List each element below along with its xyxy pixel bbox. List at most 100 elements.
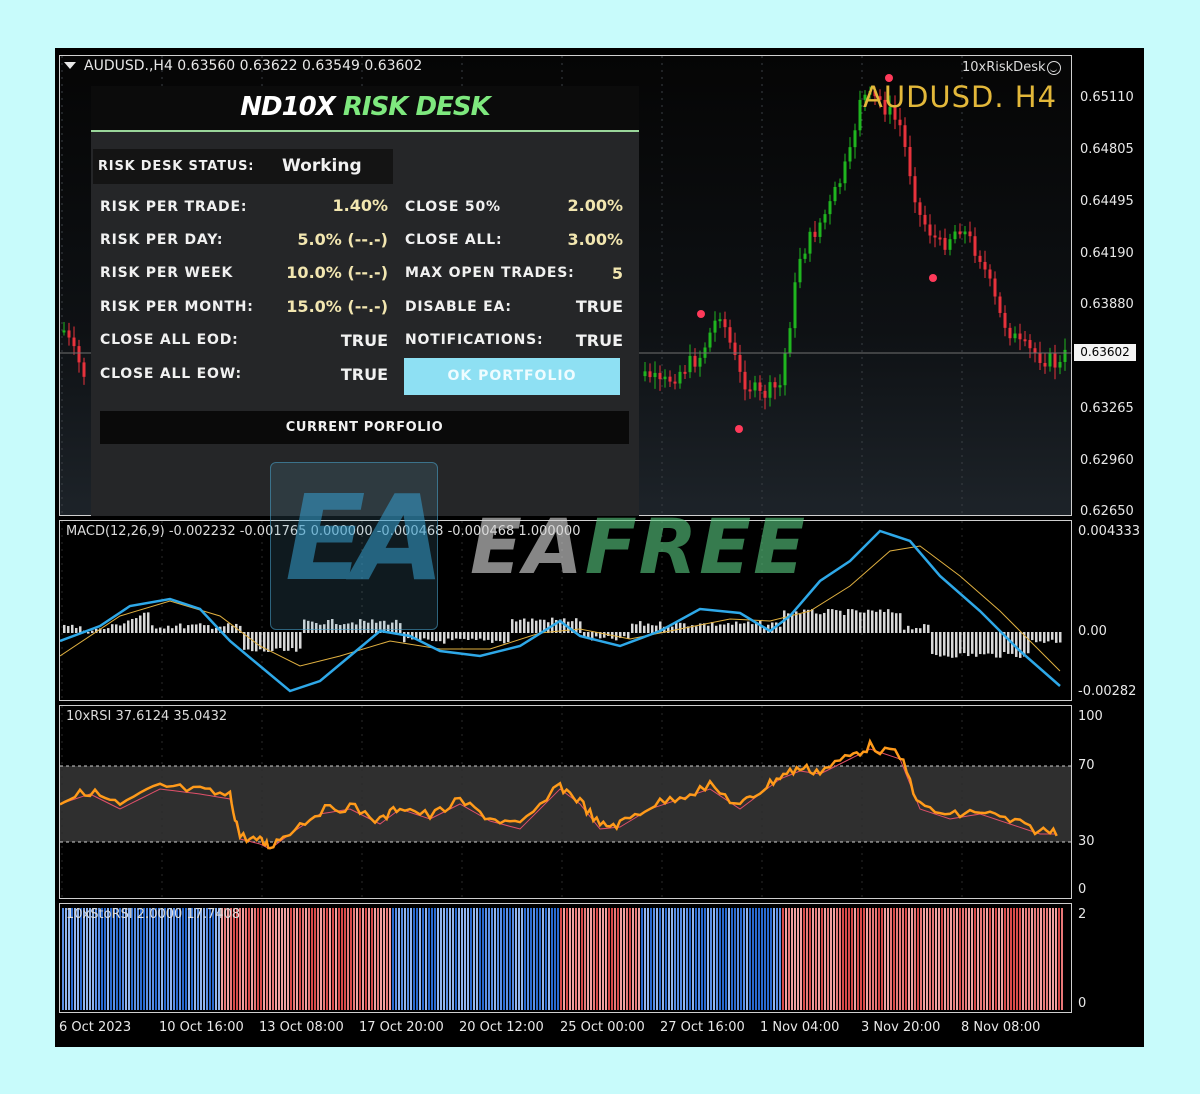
storsi-bar [683,908,685,1010]
storsi-bar [806,908,808,1010]
candle-body [833,186,837,202]
macd-histogram-bar [1007,632,1010,654]
candle-body [938,237,942,240]
candle-body [718,319,722,322]
storsi-bar [587,908,589,1010]
candle-body [663,376,667,380]
storsi-bar [848,908,850,1010]
risk-per-week-value[interactable]: 10.0% (--.-) [286,263,388,282]
storsi-bar [422,908,424,1010]
storsi-bar [167,908,169,1010]
current-portfolio-bar[interactable]: CURRENT PORFOLIO [100,411,629,444]
storsi-bar [959,908,961,1010]
macd-histogram-bar [819,614,822,633]
disable-ea-value[interactable]: TRUE [576,297,623,316]
storsi-bar [194,908,196,1010]
candle-body [72,337,76,347]
close-all-eow-value[interactable]: TRUE [341,365,388,384]
storsi-bar [728,908,730,1010]
macd-histogram-bar [123,623,126,633]
candle-body [758,382,762,391]
macd-histogram-bar [395,619,398,633]
storsi-bar [707,908,709,1010]
macd-histogram-bar [299,632,302,649]
time-axis-label: 13 Oct 08:00 [259,1020,344,1035]
macd-histogram-bar [959,632,962,654]
risk-per-trade-value[interactable]: 1.40% [332,196,388,215]
storsi-bar [392,908,394,1010]
storsi-bar [209,908,211,1010]
macd-histogram-bar [967,632,970,657]
macd-histogram-bar [427,632,430,640]
risk-per-day-value[interactable]: 5.0% (--.-) [297,230,388,249]
storsi-bar [248,908,250,1010]
storsi-bar [794,908,796,1010]
storsi-bar [914,908,916,1010]
macd-histogram-bar [283,632,286,651]
storsi-bar [488,908,490,1010]
candle-body [1058,361,1062,368]
storsi-bar [263,908,265,1010]
storsi-bar [1052,908,1054,1010]
macd-axis-label: -0.00282 [1078,684,1137,699]
candle-body [843,161,847,184]
candle-body [748,389,752,392]
macd-histogram-bar [227,623,230,633]
storsi-bar [842,908,844,1010]
storsi-bar [809,908,811,1010]
storsi-bar [650,908,652,1010]
macd-histogram-bar [511,619,514,633]
rsi-pane[interactable]: 10xRSI 37.6124 35.0432 [59,705,1072,899]
candle-body [848,147,852,162]
macd-histogram-bar [527,621,530,633]
macd-pane[interactable]: MACD(12,26,9) -0.002232 -0.001765 0.0000… [59,520,1072,701]
storsi-pane[interactable]: 10xStoRSI 2.0000 17.7408 [59,903,1072,1013]
close-all-eod-label: CLOSE ALL EOD: [100,332,239,348]
candle-body [67,330,71,338]
candle-body [963,231,967,235]
macd-histogram-bar [287,632,290,651]
storsi-bar [317,908,319,1010]
close-all-value[interactable]: 3.00% [567,230,623,249]
storsi-bar [674,908,676,1010]
storsi-bar [308,908,310,1010]
macd-histogram-bar [943,632,946,656]
chevron-down-icon[interactable] [64,62,76,69]
storsi-bar [839,908,841,1010]
storsi-bar [113,908,115,1010]
macd-histogram-bar [871,610,874,633]
storsi-bar [773,908,775,1010]
storsi-bar [953,908,955,1010]
close-50-value[interactable]: 2.00% [567,196,623,215]
storsi-bar [1022,908,1024,1010]
storsi-bar [227,908,229,1010]
storsi-bar [980,908,982,1010]
storsi-bar [1037,908,1039,1010]
rsi-band [60,766,1071,842]
time-axis-label: 20 Oct 12:00 [459,1020,544,1035]
risk-per-month-value[interactable]: 15.0% (--.-) [286,297,388,316]
storsi-bar [797,908,799,1010]
macd-histogram-bar [1043,632,1046,643]
current-price-tag: 0.63602 [1074,344,1136,361]
storsi-bar [569,908,571,1010]
max-open-trades-value[interactable]: 5 [612,264,623,283]
notifications-value[interactable]: TRUE [576,331,623,350]
ok-portfolio-button[interactable]: OK PORTFOLIO [404,358,620,395]
macd-histogram-bar [915,627,918,633]
candle-body [658,372,662,380]
candle-body [853,130,857,148]
storsi-bar [482,908,484,1010]
macd-histogram-bar [947,632,950,657]
candle-body [683,371,687,374]
storsi-bar [992,908,994,1010]
storsi-bar [149,908,151,1010]
storsi-bar [395,908,397,1010]
storsi-bar [506,908,508,1010]
price-axis-label: 0.62960 [1080,453,1134,468]
price-axis-label: 0.63880 [1080,297,1134,312]
candle-body [643,371,647,377]
macd-histogram-bar [631,623,634,633]
storsi-bar [881,908,883,1010]
close-all-eod-value[interactable]: TRUE [341,331,388,350]
